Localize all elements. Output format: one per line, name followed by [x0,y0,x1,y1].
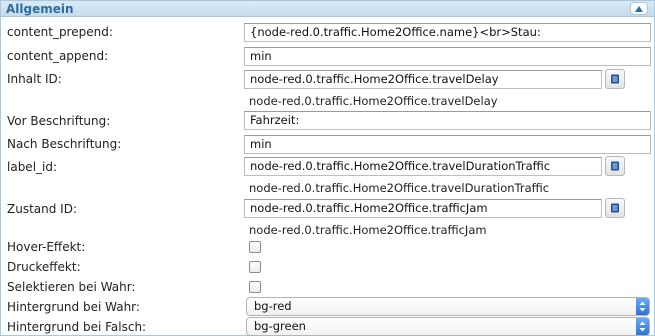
label-id-select-button[interactable] [605,156,625,176]
vor-beschriftung-input[interactable]: Fahrzeit: [244,111,651,130]
content-append-input[interactable]: min [244,47,651,66]
hintergrund-bei-wahr-value: bg-red [254,299,292,313]
label-inhalt-id: Inhalt ID: [7,72,62,86]
collapse-button[interactable] [630,2,648,15]
chevron-up-icon [635,5,643,12]
label-vor-beschriftung: Vor Beschriftung: [7,114,111,128]
nach-beschriftung-input[interactable]: min [244,135,651,154]
label-hintergrund-bei-falsch: Hintergrund bei Falsch: [7,320,147,334]
content-prepend-input[interactable]: {node-red.0.traffic.Home2Office.name}<br… [244,23,651,42]
list-icon [611,203,619,213]
label-id-hint: node-red.0.traffic.Home2Office.travelDur… [249,181,550,195]
label-content-append: content_append: [7,49,109,63]
label-hover-effekt: Hover-Effekt: [7,240,86,254]
label-selektieren-bei-wahr: Selektieren bei Wahr: [7,280,136,294]
hintergrund-bei-wahr-select[interactable]: bg-red [246,297,650,316]
label-nach-beschriftung: Nach Beschriftung: [7,137,122,151]
list-icon [611,161,619,171]
hintergrund-bei-falsch-select[interactable]: bg-green [246,317,650,336]
hintergrund-bei-falsch-value: bg-green [254,319,306,333]
zustand-id-hint: node-red.0.traffic.Home2Office.trafficJa… [249,223,487,237]
zustand-id-input[interactable]: node-red.0.traffic.Home2Office.trafficJa… [244,199,602,218]
list-icon [611,74,619,84]
inhalt-id-hint: node-red.0.traffic.Home2Office.travelDel… [249,94,498,108]
label-hintergrund-bei-wahr: Hintergrund bei Wahr: [7,300,140,314]
label-druckeffekt: Druckeffekt: [7,260,81,274]
selektieren-bei-wahr-checkbox[interactable] [249,281,261,293]
up-down-arrows-icon [636,298,649,315]
inhalt-id-input[interactable]: node-red.0.traffic.Home2Office.travelDel… [244,70,602,89]
up-down-arrows-icon [636,318,649,335]
section-title: Allgemein [6,2,74,16]
label-label-id: label_id: [7,160,58,174]
section-header-allgemein[interactable]: Allgemein [1,1,654,17]
label-zustand-id: Zustand ID: [7,202,77,216]
label-content-prepend: content_prepend: [7,25,113,39]
druckeffekt-checkbox[interactable] [249,261,261,273]
zustand-id-select-button[interactable] [605,198,625,218]
label-id-input[interactable]: node-red.0.traffic.Home2Office.travelDur… [244,157,602,176]
hover-effekt-checkbox[interactable] [249,241,261,253]
properties-panel: Allgemein content_prepend: {node-red.0.t… [0,0,655,336]
inhalt-id-select-button[interactable] [605,69,625,89]
